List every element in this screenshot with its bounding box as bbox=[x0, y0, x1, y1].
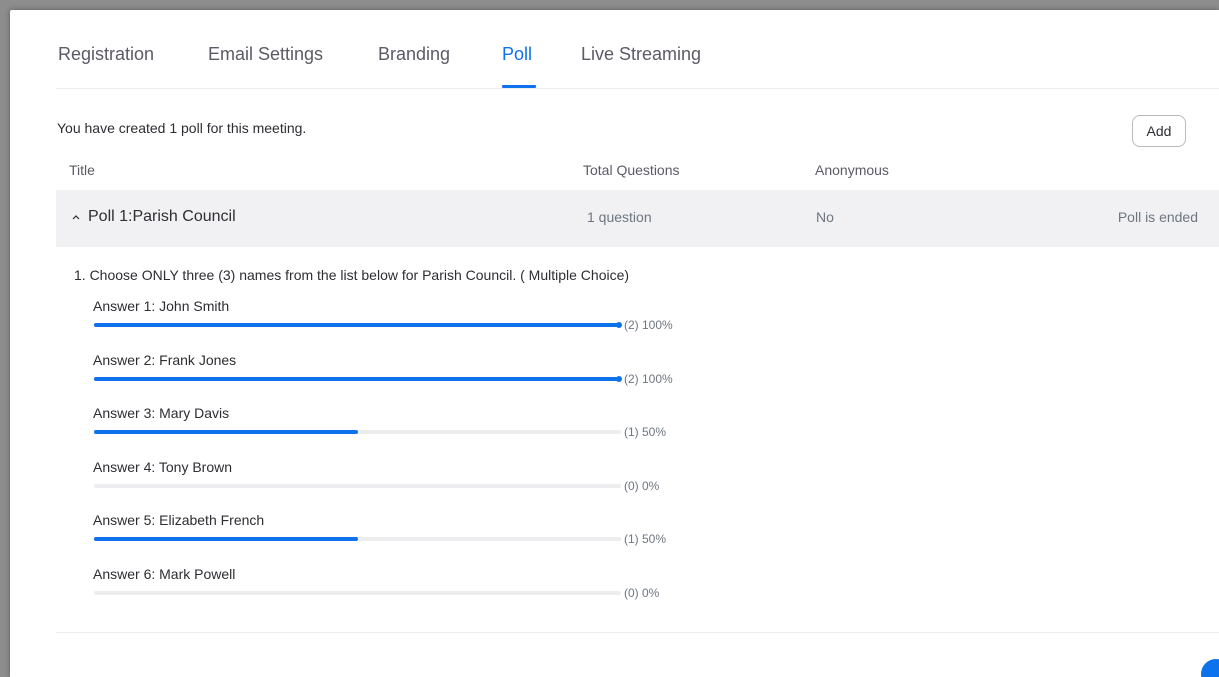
answer-row: Answer 3: Mary Davis (1) 50% bbox=[93, 405, 713, 455]
active-tab-indicator bbox=[502, 85, 536, 88]
answer-bar-fill bbox=[94, 376, 622, 382]
divider bbox=[56, 632, 1219, 633]
tab-registration[interactable]: Registration bbox=[58, 44, 154, 65]
answer-label: Answer 5: Elizabeth French bbox=[93, 512, 265, 528]
answer-label: Answer 6: Mark Powell bbox=[93, 566, 236, 582]
poll-total-questions: 1 question bbox=[587, 209, 652, 225]
answer-bar-track bbox=[94, 537, 621, 541]
column-header-total-questions: Total Questions bbox=[583, 162, 680, 178]
answer-label: Answer 1: John Smith bbox=[93, 298, 230, 314]
tab-live-streaming[interactable]: Live Streaming bbox=[581, 44, 701, 65]
answer-bar-track bbox=[94, 591, 621, 595]
answer-result: (2) 100% bbox=[624, 372, 673, 386]
answer-bar-fill bbox=[94, 430, 358, 434]
answer-row: Answer 4: Tony Brown (0) 0% bbox=[93, 459, 713, 509]
poll-question: 1. Choose ONLY three (3) names from the … bbox=[74, 267, 630, 283]
poll-count-summary: You have created 1 poll for this meeting… bbox=[57, 120, 307, 136]
help-button[interactable] bbox=[1201, 659, 1219, 677]
answer-row: Answer 5: Elizabeth French (1) 50% bbox=[93, 512, 713, 562]
poll-settings-window: Registration Email Settings Branding Pol… bbox=[10, 10, 1219, 677]
answer-label: Answer 2: Frank Jones bbox=[93, 352, 237, 368]
answer-bar-fill bbox=[94, 322, 622, 328]
collapse-caret-icon[interactable] bbox=[72, 210, 80, 224]
answer-result: (0) 0% bbox=[624, 586, 660, 600]
answer-result: (1) 50% bbox=[624, 425, 667, 439]
poll-title: Poll 1:Parish Council bbox=[88, 208, 236, 225]
answer-result: (1) 50% bbox=[624, 532, 667, 546]
answer-label: Answer 4: Tony Brown bbox=[93, 459, 233, 475]
answer-bar-track bbox=[94, 484, 621, 488]
answer-bar-track bbox=[94, 376, 622, 382]
answer-result: (2) 100% bbox=[624, 318, 673, 332]
answer-bar-fill bbox=[94, 537, 358, 541]
answer-row: Answer 6: Mark Powell (0) 0% bbox=[93, 566, 713, 616]
tab-email-settings[interactable]: Email Settings bbox=[208, 44, 323, 65]
tab-poll[interactable]: Poll bbox=[502, 44, 532, 65]
poll-status: Poll is ended bbox=[1117, 209, 1198, 225]
answer-bar-track bbox=[94, 430, 621, 434]
answer-label: Answer 3: Mary Davis bbox=[93, 405, 230, 421]
answer-row: Answer 1: John Smith (2) 100% bbox=[93, 298, 713, 348]
answer-row: Answer 2: Frank Jones (2) 100% bbox=[93, 352, 713, 402]
answer-result: (0) 0% bbox=[624, 479, 660, 493]
answer-bar-track bbox=[94, 322, 622, 328]
column-header-anonymous: Anonymous bbox=[815, 162, 889, 178]
poll-anonymous: No bbox=[816, 209, 834, 225]
add-poll-button[interactable]: Add bbox=[1132, 115, 1186, 147]
settings-tabs: Registration Email Settings Branding Pol… bbox=[56, 10, 1219, 89]
poll-row[interactable]: Poll 1:Parish Council 1 question No Poll… bbox=[56, 190, 1219, 247]
tab-branding[interactable]: Branding bbox=[378, 44, 450, 65]
column-header-title: Title bbox=[69, 162, 95, 178]
